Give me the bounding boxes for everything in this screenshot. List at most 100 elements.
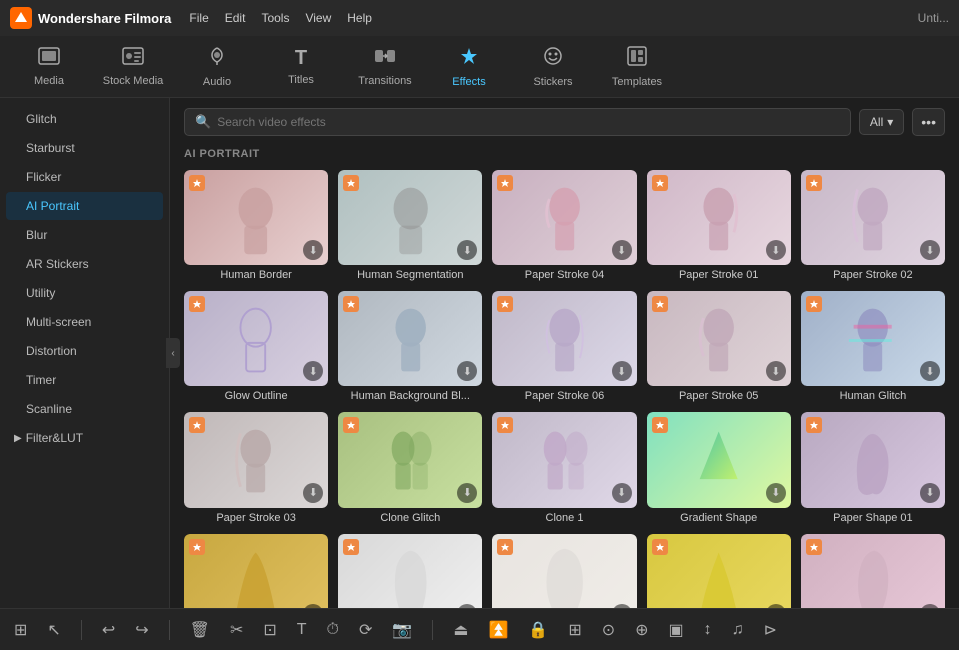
effect-card-paper-stroke-06[interactable]: ⬇ Paper Stroke 06 xyxy=(492,291,636,402)
toolbar-upload-icon[interactable]: ⏏ xyxy=(449,616,472,644)
toolbar-divider-2 xyxy=(169,620,170,640)
download-icon: ⬇ xyxy=(612,483,632,503)
effect-label: Paper Stroke 05 xyxy=(647,390,791,402)
sidebar-section-label: Filter&LUT xyxy=(26,431,83,445)
toolbar-plus-icon[interactable]: ⊕ xyxy=(631,616,652,644)
toolbar-undo-icon[interactable]: ↩ xyxy=(98,616,119,644)
tab-templates[interactable]: Templates xyxy=(598,40,676,94)
more-icon: ••• xyxy=(921,114,936,130)
effect-card-human-glitch[interactable]: ⬇ Human Glitch xyxy=(801,291,945,402)
menu-help[interactable]: Help xyxy=(347,11,372,25)
effect-card-paper-shape-05[interactable]: ⬇ Paper Shape 05 xyxy=(338,534,482,608)
premium-badge xyxy=(806,175,822,191)
effect-card-paper-stroke-05[interactable]: ⬇ Paper Stroke 05 xyxy=(647,291,791,402)
effect-card-paper-shape-02[interactable]: ⬇ Paper Shape 02 xyxy=(647,534,791,608)
section-header: AI PORTRAIT xyxy=(184,148,945,160)
sidebar-item-ar-stickers[interactable]: AR Stickers xyxy=(6,250,163,278)
effect-label: Paper Stroke 06 xyxy=(492,390,636,402)
effect-card-paper-stroke-01[interactable]: ⬇ Paper Stroke 01 xyxy=(647,170,791,281)
effect-card-paper-shape-07[interactable]: ⬇ Paper Shape 07 xyxy=(801,534,945,608)
toolbar-snapshot-icon[interactable]: 📷 xyxy=(388,616,416,644)
sidebar-item-utility[interactable]: Utility xyxy=(6,279,163,307)
effect-label: Human Glitch xyxy=(801,390,945,402)
toolbar-circle-icon[interactable]: ⊙ xyxy=(598,616,619,644)
premium-badge xyxy=(497,175,513,191)
toolbar-redo-icon[interactable]: ↪ xyxy=(131,616,152,644)
audio-icon xyxy=(208,46,226,72)
tab-titles[interactable]: T Titles xyxy=(262,40,340,94)
effect-card-human-bg-bl[interactable]: ⬇ Human Background Bl... xyxy=(338,291,482,402)
premium-badge xyxy=(806,296,822,312)
tab-stickers[interactable]: Stickers xyxy=(514,40,592,94)
effect-card-clone-1[interactable]: ⬇ Clone 1 xyxy=(492,412,636,523)
download-icon: ⬇ xyxy=(920,483,940,503)
search-input-wrap: 🔍 xyxy=(184,108,851,136)
toolbar-cut-icon[interactable]: ✂ xyxy=(226,616,247,644)
more-options-button[interactable]: ••• xyxy=(912,108,945,136)
tab-stock-media[interactable]: Stock Media xyxy=(94,40,172,94)
toolbar-template-icon[interactable]: ▣ xyxy=(665,616,688,644)
sidebar-item-glitch[interactable]: Glitch xyxy=(6,105,163,133)
sidebar-collapse-button[interactable]: ‹ xyxy=(166,338,180,368)
toolbar-rotate-icon[interactable]: ⟳ xyxy=(355,616,376,644)
menu-edit[interactable]: Edit xyxy=(225,11,246,25)
effect-label: Paper Stroke 04 xyxy=(492,269,636,281)
sidebar-item-scanline[interactable]: Scanline xyxy=(6,395,163,423)
sidebar-section-filter-lut[interactable]: ▶ Filter&LUT xyxy=(0,424,169,452)
search-input[interactable] xyxy=(217,115,840,129)
effect-label: Clone Glitch xyxy=(338,512,482,524)
sidebar-item-timer[interactable]: Timer xyxy=(6,366,163,394)
filter-label: All xyxy=(870,115,883,129)
toolbar-audio-icon[interactable]: ♫ xyxy=(728,617,748,643)
sidebar-item-starburst[interactable]: Starburst xyxy=(6,134,163,162)
effect-card-glow-outline[interactable]: ⬇ Glow Outline xyxy=(184,291,328,402)
effect-card-human-segmentation[interactable]: ⬇ Human Segmentation xyxy=(338,170,482,281)
sidebar-item-flicker[interactable]: Flicker xyxy=(6,163,163,191)
tab-transitions[interactable]: Transitions xyxy=(346,40,424,94)
menu-tools[interactable]: Tools xyxy=(261,11,289,25)
nav-tabs: Media Stock Media Audio T Titles Transit… xyxy=(0,36,959,98)
transitions-icon xyxy=(374,47,396,71)
toolbar-divider-3 xyxy=(432,620,433,640)
toolbar-cursor-icon[interactable]: ↖ xyxy=(43,616,64,644)
effect-card-paper-stroke-02[interactable]: ⬇ Paper Stroke 02 xyxy=(801,170,945,281)
effect-card-paper-shape-01[interactable]: ⬇ Paper Shape 01 xyxy=(801,412,945,523)
toolbar-delete-icon[interactable]: 🗑 xyxy=(186,616,214,644)
toolbar-resize-icon[interactable]: ↕ xyxy=(700,617,716,643)
effect-card-paper-shape-06[interactable]: ⬇ Paper Shape 06 xyxy=(184,534,328,608)
effect-card-gradient-shape[interactable]: ⬇ Gradient Shape xyxy=(647,412,791,523)
download-icon: ⬇ xyxy=(920,240,940,260)
tab-effects[interactable]: Effects xyxy=(430,40,508,94)
sidebar-item-blur[interactable]: Blur xyxy=(6,221,163,249)
effect-card-paper-stroke-03[interactable]: ⬇ Paper Stroke 03 xyxy=(184,412,328,523)
effect-card-paper-stroke-04[interactable]: ⬇ Paper Stroke 04 xyxy=(492,170,636,281)
toolbar-grid-icon[interactable]: ⊞ xyxy=(10,616,31,644)
toolbar-timer-icon[interactable]: ⏱ xyxy=(323,617,343,643)
effect-card-clone-glitch[interactable]: ⬇ Clone Glitch xyxy=(338,412,482,523)
toolbar-lock-icon[interactable]: 🔒 xyxy=(524,616,552,644)
filter-button[interactable]: All ▾ xyxy=(859,109,904,135)
effect-card-paper-shape-04[interactable]: ⬇ Paper Shape 04 xyxy=(492,534,636,608)
effect-card-human-border[interactable]: ⬇ Human Border xyxy=(184,170,328,281)
menu-view[interactable]: View xyxy=(305,11,331,25)
sidebar-item-ai-portrait[interactable]: AI Portrait xyxy=(6,192,163,220)
tab-media[interactable]: Media xyxy=(10,40,88,94)
effect-label: Gradient Shape xyxy=(647,512,791,524)
menu-file[interactable]: File xyxy=(189,11,208,25)
premium-badge xyxy=(343,175,359,191)
tab-audio-label: Audio xyxy=(203,76,231,88)
sidebar-item-distortion[interactable]: Distortion xyxy=(6,337,163,365)
toolbar-divider-1 xyxy=(81,620,82,640)
toolbar-export-icon[interactable]: ⊳ xyxy=(760,616,781,644)
toolbar-copy-icon[interactable]: ⊡ xyxy=(259,616,280,644)
toolbar-text-icon[interactable]: T xyxy=(293,617,311,643)
premium-badge xyxy=(343,539,359,555)
toolbar-speed-icon[interactable]: ⏫ xyxy=(484,616,512,644)
premium-badge xyxy=(652,175,668,191)
filter-chevron-icon: ▾ xyxy=(887,115,893,129)
download-icon: ⬇ xyxy=(612,240,632,260)
sidebar-item-multi-screen[interactable]: Multi-screen xyxy=(6,308,163,336)
tab-audio[interactable]: Audio xyxy=(178,40,256,94)
premium-badge xyxy=(343,296,359,312)
toolbar-layout-icon[interactable]: ⊞ xyxy=(564,616,585,644)
